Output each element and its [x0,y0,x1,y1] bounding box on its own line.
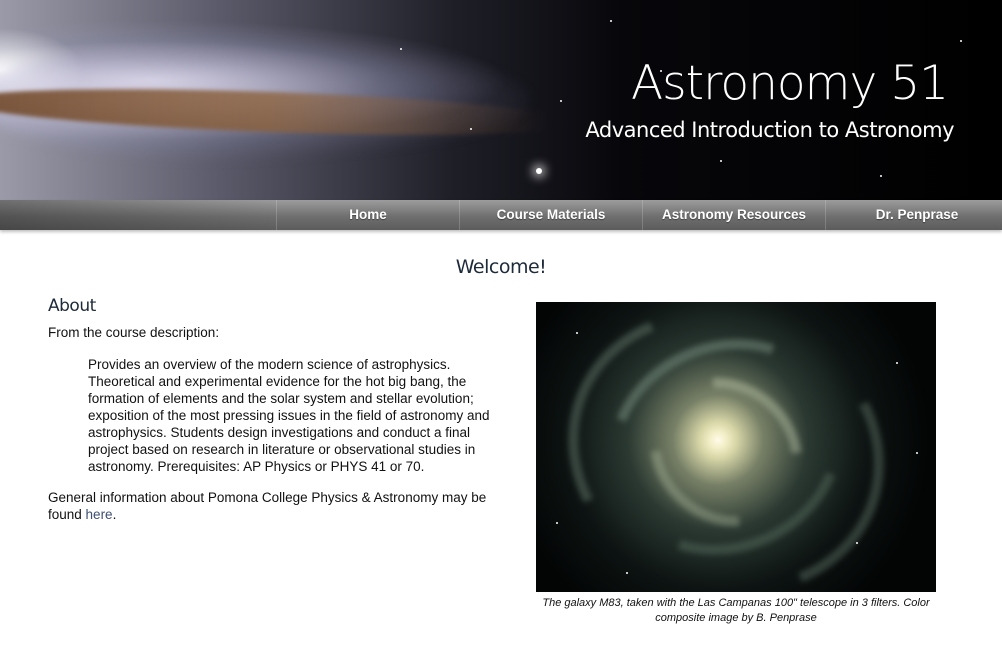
nav-item-course-materials[interactable]: Course Materials [459,200,642,230]
general-info-suffix: . [112,507,117,522]
general-info: General information about Pomona College… [48,489,518,523]
star [470,128,472,130]
star [400,48,402,50]
star [556,522,558,524]
image-caption: The galaxy M83, taken with the Las Campa… [542,597,930,624]
star [626,572,628,574]
header-banner: Astronomy 51 Advanced Introduction to As… [0,0,1002,200]
here-link[interactable]: here [86,507,113,522]
star [916,452,918,454]
nav-item-dr-penprase[interactable]: Dr. Penprase [825,200,1002,230]
star [610,20,612,22]
star [560,100,562,102]
bright-star [536,168,542,174]
nav-item-home[interactable]: Home [276,200,459,230]
nav-fade [0,200,280,230]
about-heading: About [48,296,96,316]
main-nav: Home Course Materials Astronomy Resource… [0,200,1002,230]
star [880,175,882,177]
site-title: Astronomy 51 [631,56,949,111]
nav-item-astronomy-resources[interactable]: Astronomy Resources [642,200,825,230]
galaxy-m83-image [536,302,936,592]
star [960,40,962,42]
intro-text: From the course description: [48,325,220,340]
star [576,332,578,334]
star [856,542,858,544]
course-description: Provides an overview of the modern scien… [88,357,490,474]
site-subtitle: Advanced Introduction to Astronomy [585,118,954,142]
star [720,160,722,162]
star [896,362,898,364]
nav-items: Home Course Materials Astronomy Resource… [276,200,1002,230]
welcome-heading: Welcome! [455,256,547,278]
